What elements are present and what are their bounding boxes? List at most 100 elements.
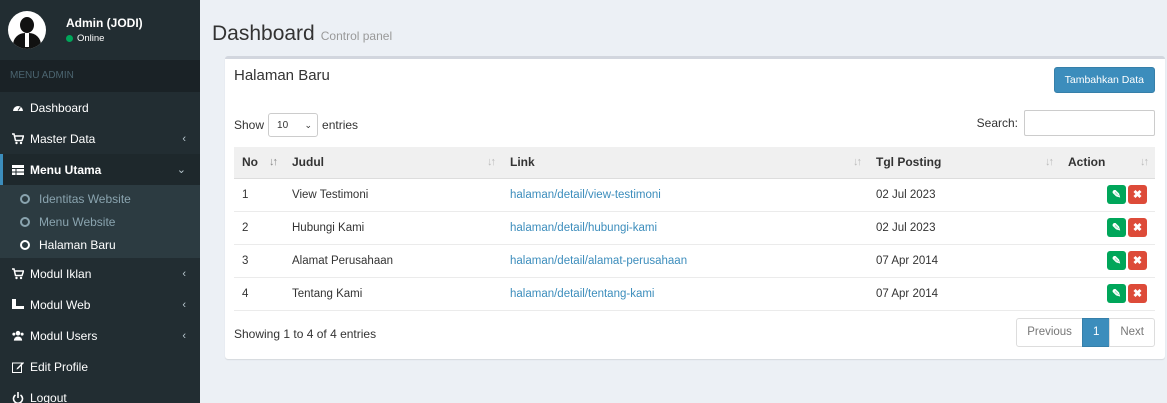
edit-icon: ✎ [1111, 222, 1122, 234]
sitemap-icon [12, 298, 24, 311]
delete-button[interactable]: ✖ [1128, 284, 1147, 303]
cart-icon [12, 267, 24, 280]
edit-button[interactable]: ✎ [1107, 185, 1126, 204]
chevron-left-icon: ‹ [182, 329, 186, 342]
chevron-down-icon: ⌄ [304, 119, 313, 130]
column-header-label: Action [1068, 155, 1106, 170]
add-data-button[interactable]: Tambahkan Data [1053, 67, 1155, 93]
submenu-item-label: Menu Website [39, 214, 116, 229]
menu-header: MENU ADMIN [0, 60, 200, 92]
chevron-left-icon: ‹ [182, 267, 186, 280]
entries-length-control: Show 10 ⌄ entries [234, 113, 358, 137]
delete-button[interactable]: ✖ [1128, 218, 1147, 237]
table-info: Showing 1 to 4 of 4 entries [234, 327, 377, 341]
cell-no: 4 [234, 277, 284, 311]
column-header-link[interactable]: Link ↓↑ [502, 147, 868, 179]
user-status-label: Online [77, 33, 105, 44]
data-table: No ↓↑ Judul ↓↑ Link ↓↑ Tgl Posting ↓↑ Action… [234, 147, 1155, 311]
halaman-box: Halaman Baru Tambahkan Data Show 10 ⌄ en… [225, 56, 1165, 359]
delete-button[interactable]: ✖ [1128, 185, 1147, 204]
sidebar-item-modul-web[interactable]: Modul Web ‹ [0, 289, 200, 320]
cell-tgl: 02 Jul 2023 [868, 211, 1060, 245]
close-icon: ✖ [1132, 255, 1143, 267]
sidebar-item-label: Master Data [30, 131, 96, 146]
edit-icon: ✎ [1111, 255, 1122, 267]
page-1-button[interactable]: 1 [1081, 318, 1111, 347]
delete-button[interactable]: ✖ [1128, 251, 1147, 270]
cell-link: halaman/detail/tentang-kami [502, 277, 868, 311]
cell-action: ✎ ✖ [1060, 277, 1155, 311]
column-header-no[interactable]: No ↓↑ [234, 147, 284, 179]
chevron-left-icon: ‹ [182, 132, 186, 145]
sort-icon: ↓↑ [1045, 156, 1054, 168]
users-icon [12, 330, 24, 342]
show-label: Show [234, 118, 265, 132]
cell-action: ✎ ✖ [1060, 211, 1155, 245]
online-dot-icon [66, 35, 73, 42]
column-header-label: Judul [292, 155, 324, 170]
column-header-tgl-posting[interactable]: Tgl Posting ↓↑ [868, 147, 1060, 179]
previous-button[interactable]: Previous [1016, 318, 1083, 347]
user-info: Admin (JODI) Online [66, 16, 143, 44]
pagination: Previous 1 Next [1016, 318, 1155, 347]
entries-label: entries [322, 118, 359, 132]
page-header: Dashboard Control panel [212, 22, 392, 46]
submenu-item-identitas-website[interactable]: Identitas Website [0, 187, 200, 210]
page-link[interactable]: halaman/detail/view-testimoni [510, 189, 661, 201]
sidebar-item-dashboard[interactable]: Dashboard [0, 92, 200, 123]
sidebar-item-label: Dashboard [30, 100, 89, 115]
box-title: Halaman Baru [234, 67, 330, 84]
column-header-judul[interactable]: Judul ↓↑ [284, 147, 502, 179]
page-link[interactable]: halaman/detail/tentang-kami [510, 288, 654, 300]
user-name: Admin (JODI) [66, 16, 143, 30]
close-icon: ✖ [1132, 288, 1143, 300]
table-row: 2 Hubungi Kami halaman/detail/hubungi-ka… [234, 211, 1155, 245]
submenu-item-label: Identitas Website [39, 191, 131, 206]
sidebar-item-modul-users[interactable]: Modul Users ‹ [0, 320, 200, 351]
cell-no: 3 [234, 244, 284, 278]
page-link[interactable]: halaman/detail/alamat-perusahaan [510, 255, 687, 267]
edit-button[interactable]: ✎ [1107, 284, 1126, 303]
cell-link: halaman/detail/hubungi-kami [502, 211, 868, 245]
sidebar-item-menu-utama[interactable]: Menu Utama ⌄ [0, 154, 200, 185]
submenu-item-halaman-baru[interactable]: Halaman Baru [0, 233, 200, 256]
cell-tgl: 07 Apr 2014 [868, 244, 1060, 278]
cell-action: ✎ ✖ [1060, 178, 1155, 212]
edit-icon: ✎ [1111, 189, 1122, 201]
cell-link: halaman/detail/alamat-perusahaan [502, 244, 868, 278]
sidebar-item-modul-iklan[interactable]: Modul Iklan ‹ [0, 258, 200, 289]
sidebar-item-logout[interactable]: Logout [0, 382, 200, 403]
cell-tgl: 02 Jul 2023 [868, 178, 1060, 212]
sidebar-item-label: Menu Utama [30, 162, 102, 177]
circle-icon [20, 239, 30, 250]
page-link[interactable]: halaman/detail/hubungi-kami [510, 222, 657, 234]
user-panel: Admin (JODI) Online [0, 0, 200, 60]
circle-icon [20, 216, 30, 227]
sidebar-item-edit-profile[interactable]: Edit Profile [0, 351, 200, 382]
submenu: Identitas Website Menu Website Halaman B… [0, 185, 200, 258]
cell-judul: View Testimoni [284, 178, 502, 212]
circle-icon [20, 193, 30, 204]
column-header-label: Tgl Posting [876, 155, 942, 170]
edit-button[interactable]: ✎ [1107, 218, 1126, 237]
search-label: Search: [976, 116, 1018, 130]
user-status: Online [66, 33, 143, 44]
column-header-label: Link [510, 155, 535, 170]
search-input[interactable] [1024, 110, 1155, 136]
cell-judul: Alamat Perusahaan [284, 244, 502, 278]
sidebar-item-label: Modul Users [30, 328, 98, 343]
submenu-item-menu-website[interactable]: Menu Website [0, 210, 200, 233]
column-header-label: No [242, 155, 258, 170]
sort-icon: ↓↑ [487, 156, 496, 168]
column-header-action[interactable]: Action ↓↑ [1060, 147, 1155, 179]
cell-judul: Tentang Kami [284, 277, 502, 311]
sidebar-item-master-data[interactable]: Master Data ‹ [0, 123, 200, 154]
sidebar-item-label: Edit Profile [30, 359, 89, 374]
sidebar-item-label: Modul Iklan [30, 266, 92, 281]
entries-select[interactable]: 10 ⌄ [268, 113, 319, 137]
cell-no: 2 [234, 211, 284, 245]
edit-button[interactable]: ✎ [1107, 251, 1126, 270]
table-row: 4 Tentang Kami halaman/detail/tentang-ka… [234, 277, 1155, 311]
sort-asc-icon: ↓↑ [269, 156, 278, 168]
next-button[interactable]: Next [1109, 318, 1155, 347]
